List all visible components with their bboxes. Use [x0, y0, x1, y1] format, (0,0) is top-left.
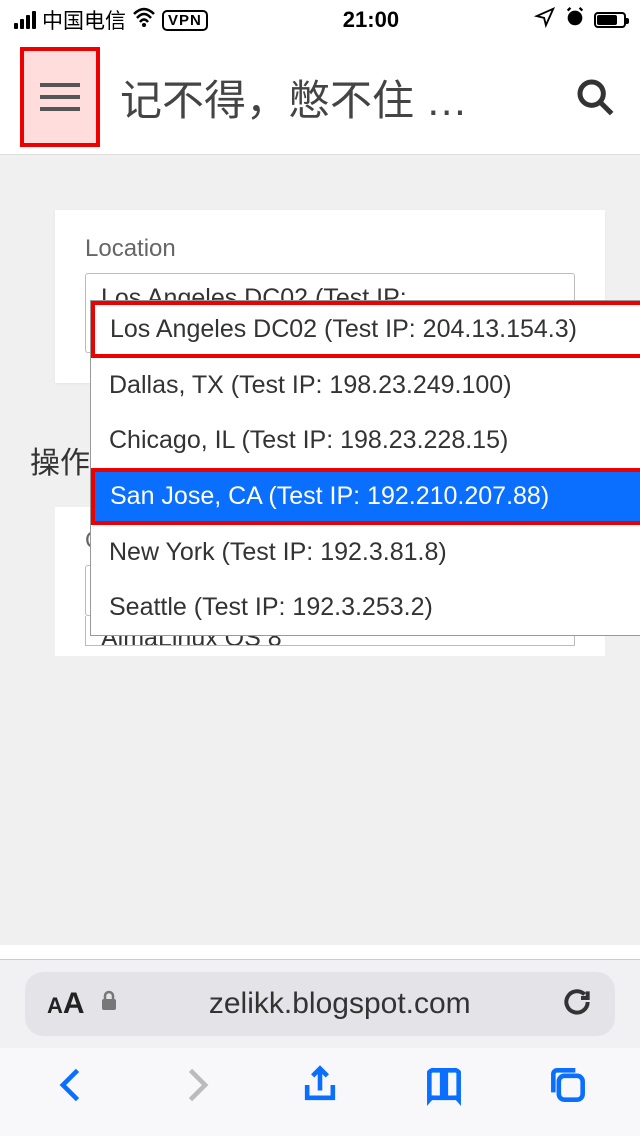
share-icon [298, 1063, 342, 1107]
vpn-badge: VPN [162, 10, 208, 31]
article-content: Location Los Angeles DC02 (Test IP: 204.… [0, 155, 640, 945]
lock-icon [99, 990, 119, 1018]
location-option-selected[interactable]: San Jose, CA (Test IP: 192.210.207.88) [91, 468, 640, 525]
reload-button[interactable] [561, 986, 593, 1023]
battery-icon [594, 12, 626, 28]
location-option[interactable]: Dallas, TX (Test IP: 198.23.249.100) [91, 358, 640, 413]
signal-icon [14, 11, 36, 29]
carrier-name: 中国电信 [42, 5, 126, 35]
location-option[interactable]: Chicago, IL (Test IP: 198.23.228.15) [91, 413, 640, 468]
url-pill[interactable]: AA zelikk.blogspot.com [25, 972, 615, 1036]
text-size-button[interactable]: AA [47, 987, 85, 1021]
bookmarks-button[interactable] [422, 1063, 466, 1112]
chevron-right-icon [174, 1063, 218, 1107]
location-card: Location Los Angeles DC02 (Test IP: 204.… [55, 210, 605, 383]
location-option[interactable]: New York (Test IP: 192.3.81.8) [91, 525, 640, 580]
search-icon [575, 77, 615, 117]
alarm-icon [564, 6, 586, 34]
ios-status-bar: 中国电信 VPN 21:00 [0, 0, 640, 40]
status-time: 21:00 [343, 7, 399, 33]
safari-address-bar: AA zelikk.blogspot.com [0, 959, 640, 1048]
tabs-button[interactable] [546, 1063, 590, 1112]
hamburger-menu-button[interactable] [20, 47, 100, 147]
share-button[interactable] [298, 1063, 342, 1112]
wifi-icon [132, 7, 156, 33]
forward-button [174, 1063, 218, 1112]
blog-header: 记不得，憋不住 … [0, 40, 640, 155]
hamburger-icon [40, 83, 80, 111]
search-button[interactable] [570, 72, 620, 122]
tabs-icon [546, 1063, 590, 1107]
safari-bottom-toolbar [0, 1048, 640, 1136]
reload-icon [561, 986, 593, 1018]
book-icon [422, 1063, 466, 1107]
location-dropdown: Los Angeles DC02 (Test IP: 204.13.154.3)… [90, 300, 640, 636]
location-option[interactable]: Seattle (Test IP: 192.3.253.2) [91, 580, 640, 635]
location-option[interactable]: Los Angeles DC02 (Test IP: 204.13.154.3) [91, 301, 640, 358]
url-text: zelikk.blogspot.com [133, 987, 547, 1021]
page-title: 记不得，憋不住 … [120, 67, 550, 128]
location-label: Location [85, 235, 575, 263]
back-button[interactable] [50, 1063, 94, 1112]
chevron-left-icon [50, 1063, 94, 1107]
location-arrow-icon [534, 6, 556, 34]
